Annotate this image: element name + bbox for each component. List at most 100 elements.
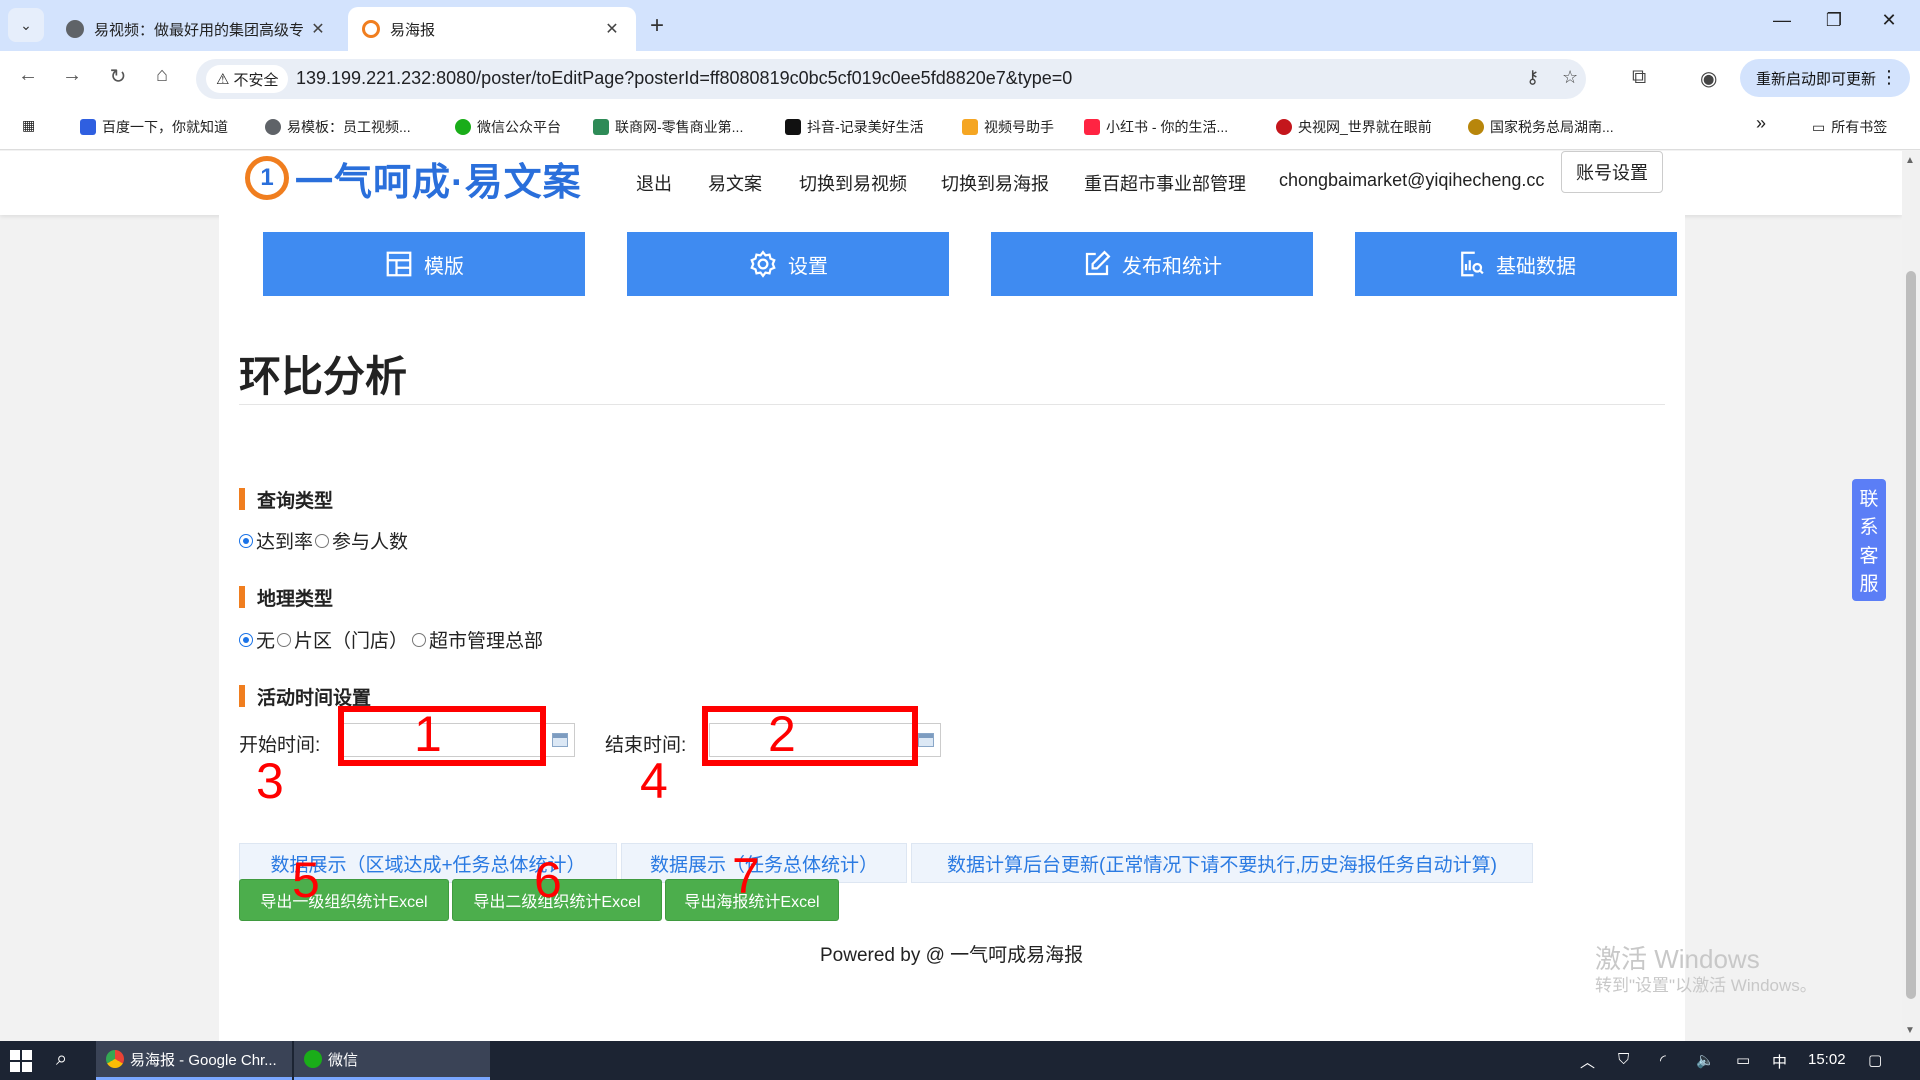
wifi-icon[interactable]: ◜ bbox=[1660, 1051, 1666, 1069]
nav-org-management[interactable]: 重百超市事业部管理 bbox=[1084, 170, 1246, 196]
page-scrollbar[interactable]: ▲ ▼ bbox=[1902, 151, 1920, 1041]
radio-participants[interactable] bbox=[315, 533, 330, 548]
bookmark-item[interactable]: 抖音-记录美好生活 bbox=[785, 117, 924, 137]
radio-geo-hq[interactable] bbox=[412, 632, 427, 647]
globe-icon bbox=[66, 20, 84, 38]
key-icon[interactable]: ⚷ bbox=[1526, 67, 1539, 88]
tile-label: 发布和统计 bbox=[1122, 255, 1222, 278]
tile-settings[interactable]: 设置 bbox=[627, 232, 949, 296]
bookmark-item[interactable]: 百度一下，你就知道 bbox=[80, 117, 228, 137]
security-label: 不安全 bbox=[233, 71, 279, 89]
site-logo[interactable]: 1 一气呵成·易文案 bbox=[245, 153, 582, 204]
nav-copywriting[interactable]: 易文案 bbox=[708, 170, 762, 196]
radio-label[interactable]: 达到率 bbox=[256, 527, 313, 554]
browser-toolbar: ← → ↻ ⌂ ⚠ 不安全 139.199.221.232:8080/poste… bbox=[0, 51, 1920, 105]
new-tab-button[interactable]: + bbox=[650, 12, 664, 40]
radio-label[interactable]: 参与人数 bbox=[332, 527, 408, 554]
tab-search-button[interactable]: ⌄ bbox=[8, 8, 44, 42]
linkshop-icon bbox=[593, 119, 609, 135]
update-button[interactable]: 重新启动即可更新 ⋮ bbox=[1740, 59, 1910, 97]
edit-icon bbox=[1085, 250, 1111, 276]
channels-icon bbox=[962, 119, 978, 135]
close-icon[interactable]: ✕ bbox=[308, 19, 328, 39]
minimize-button[interactable]: — bbox=[1770, 10, 1794, 31]
bookmark-item[interactable]: 微信公众平台 bbox=[455, 117, 561, 137]
tile-base-data[interactable]: 基础数据 bbox=[1355, 232, 1677, 296]
security-chip[interactable]: ⚠ 不安全 bbox=[206, 65, 289, 93]
bookmark-item[interactable]: 联商网-零售商业第... bbox=[593, 117, 743, 137]
shield-icon[interactable]: ⛉ bbox=[1618, 1051, 1629, 1068]
geo-type-options: 无 片区（门店） 超市管理总部 bbox=[239, 626, 543, 653]
radio-achievement-rate[interactable] bbox=[239, 533, 253, 548]
close-icon[interactable]: ✕ bbox=[602, 19, 622, 39]
profile-icon[interactable]: ◉ bbox=[1700, 66, 1717, 91]
bookmark-label: 小红书 - 你的生活... bbox=[1106, 119, 1229, 135]
radio-label[interactable]: 片区（门店） bbox=[294, 626, 408, 653]
customer-service-tab[interactable]: 联 系 客 服 bbox=[1852, 479, 1886, 601]
show-task-stats-button[interactable]: 数据展示（任务总体统计） bbox=[621, 843, 907, 883]
bookmark-label: 视频号助手 bbox=[984, 119, 1054, 135]
battery-icon[interactable]: ▭ bbox=[1736, 1051, 1750, 1069]
bookmark-label: 抖音-记录美好生活 bbox=[807, 119, 924, 135]
star-icon[interactable]: ☆ bbox=[1562, 67, 1578, 88]
scroll-up-icon[interactable]: ▲ bbox=[1905, 155, 1915, 166]
radio-geo-district[interactable] bbox=[277, 632, 292, 647]
tile-publish-stats[interactable]: 发布和统计 bbox=[991, 232, 1313, 296]
tray-chevron-icon[interactable]: ︿ bbox=[1580, 1051, 1595, 1072]
windows-start-icon[interactable] bbox=[10, 1050, 32, 1072]
bookmark-item[interactable]: 视频号助手 bbox=[962, 117, 1054, 137]
chrome-icon bbox=[106, 1050, 124, 1068]
address-bar[interactable]: ⚠ 不安全 139.199.221.232:8080/poster/toEdit… bbox=[196, 59, 1586, 99]
taskbar-app-label: 微信 bbox=[328, 1051, 359, 1069]
browser-tab-video[interactable]: 易视频：做最好用的集团高级专 ✕ bbox=[52, 7, 342, 51]
xiaohongshu-icon bbox=[1084, 119, 1100, 135]
search-icon[interactable]: ⌕ bbox=[56, 1048, 67, 1071]
notification-icon[interactable]: ▢ bbox=[1868, 1051, 1882, 1069]
update-label: 重新启动即可更新 bbox=[1756, 70, 1877, 88]
calendar-icon[interactable] bbox=[552, 733, 568, 747]
nav-user-email[interactable]: chongbaimarket@yiqihecheng.cc bbox=[1279, 170, 1544, 191]
bookmark-item[interactable]: 小红书 - 你的生活... bbox=[1084, 117, 1228, 137]
activation-watermark-text: 转到"设置"以激活 Windows。 bbox=[1595, 976, 1817, 995]
nav-logout[interactable]: 退出 bbox=[636, 170, 672, 196]
volume-icon[interactable]: 🔈 bbox=[1696, 1051, 1715, 1069]
browser-tab-poster[interactable]: 易海报 ✕ bbox=[348, 7, 636, 51]
annotation-number: 6 bbox=[534, 852, 562, 908]
tile-label: 设置 bbox=[788, 255, 828, 278]
reload-icon[interactable]: ↻ bbox=[104, 64, 132, 89]
url-text[interactable]: 139.199.221.232:8080/poster/toEditPage?p… bbox=[296, 68, 1072, 89]
clock[interactable]: 15:02 bbox=[1808, 1051, 1846, 1068]
bookmark-label: 央视网_世界就在眼前 bbox=[1298, 119, 1432, 135]
tile-templates[interactable]: 模版 bbox=[263, 232, 585, 296]
home-icon[interactable]: ⌂ bbox=[148, 64, 176, 87]
calendar-icon[interactable] bbox=[918, 733, 934, 747]
nav-switch-video[interactable]: 切换到易视频 bbox=[799, 170, 907, 196]
more-bookmarks-button[interactable]: » bbox=[1756, 113, 1766, 134]
ime-indicator[interactable]: 中 bbox=[1772, 1051, 1787, 1072]
nav-switch-poster[interactable]: 切换到易海报 bbox=[941, 170, 1049, 196]
bookmark-item[interactable]: 央视网_世界就在眼前 bbox=[1276, 117, 1432, 137]
scroll-down-icon[interactable]: ▼ bbox=[1905, 1025, 1915, 1036]
radio-label[interactable]: 超市管理总部 bbox=[429, 626, 543, 653]
taskbar-app-wechat[interactable]: 微信 bbox=[294, 1041, 490, 1080]
export-level1-button[interactable]: 导出一级组织统计Excel bbox=[239, 879, 449, 921]
bookmark-item[interactable]: 易模板：员工视频... bbox=[265, 117, 411, 137]
extensions-icon[interactable]: ⧉ bbox=[1632, 66, 1646, 89]
all-bookmarks-button[interactable]: ▭ 所有书签 bbox=[1812, 117, 1887, 137]
folder-icon: ▭ bbox=[1812, 118, 1826, 135]
radio-label[interactable]: 无 bbox=[256, 626, 275, 653]
account-settings-button[interactable]: 账号设置 bbox=[1561, 151, 1663, 193]
apps-grid-icon[interactable]: ▦ bbox=[22, 117, 35, 134]
bookmark-label: 易模板：员工视频... bbox=[287, 119, 411, 135]
restore-button[interactable]: ❐ bbox=[1822, 10, 1846, 31]
radio-geo-none[interactable] bbox=[239, 632, 253, 647]
recalculate-button[interactable]: 数据计算后台更新(正常情况下请不要执行,历史海报任务自动计算) bbox=[911, 843, 1533, 883]
page-title: 环比分析 bbox=[239, 353, 408, 400]
window-close-button[interactable]: ✕ bbox=[1877, 10, 1901, 31]
forward-arrow-icon[interactable]: → bbox=[58, 64, 86, 87]
scroll-thumb[interactable] bbox=[1906, 271, 1916, 999]
cs-char: 系 bbox=[1859, 517, 1879, 539]
taskbar-app-chrome[interactable]: 易海报 - Google Chr... bbox=[96, 1041, 292, 1080]
back-arrow-icon[interactable]: ← bbox=[14, 64, 42, 87]
bookmark-item[interactable]: 国家税务总局湖南... bbox=[1468, 117, 1614, 137]
